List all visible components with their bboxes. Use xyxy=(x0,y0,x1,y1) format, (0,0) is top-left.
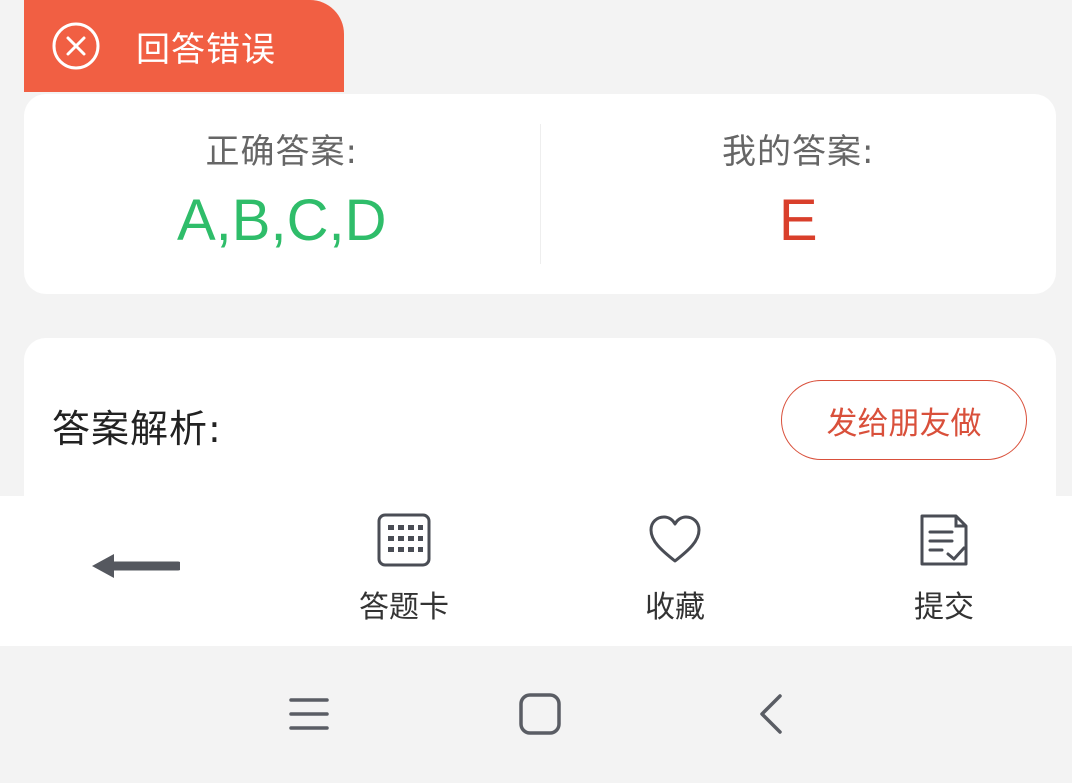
favorite-label: 收藏 xyxy=(645,590,705,625)
answer-compare-card: 正确答案: A,B,C,D 我的答案: E xyxy=(24,94,1056,294)
favorite-button[interactable]: 收藏 xyxy=(605,512,745,626)
analysis-title: 答案解析: xyxy=(52,407,222,451)
my-answer-value: E xyxy=(778,188,818,253)
my-answer-section: 我的答案: E xyxy=(541,94,1057,294)
submit-button[interactable]: 提交 xyxy=(874,512,1014,626)
result-status-label: 回答错误 xyxy=(136,29,276,70)
correct-answer-value: A,B,C,D xyxy=(177,188,387,253)
arrow-left-icon[interactable] xyxy=(88,546,180,586)
heart-icon xyxy=(649,515,701,563)
bottom-toolbar: 答题卡 收藏 提交 xyxy=(0,496,1072,646)
correct-answer-label: 正确答案: xyxy=(205,132,358,172)
my-answer-label: 我的答案: xyxy=(722,132,875,172)
submit-label: 提交 xyxy=(914,590,974,625)
close-circle-icon xyxy=(52,22,100,70)
analysis-card: 答案解析: 发给朋友做 xyxy=(24,338,1056,518)
result-status-tab: 回答错误 xyxy=(24,0,344,92)
menu-icon[interactable] xyxy=(289,696,329,732)
share-to-friend-button[interactable]: 发给朋友做 xyxy=(781,380,1027,460)
grid-card-icon xyxy=(377,513,431,567)
back-icon[interactable] xyxy=(754,692,786,736)
system-navigation-bar xyxy=(0,646,1072,783)
correct-answer-section: 正确答案: A,B,C,D xyxy=(24,94,540,294)
answer-card-label: 答题卡 xyxy=(359,590,449,625)
submit-doc-icon xyxy=(920,514,968,566)
answer-card-button[interactable]: 答题卡 xyxy=(334,512,474,626)
home-icon[interactable] xyxy=(518,692,562,736)
